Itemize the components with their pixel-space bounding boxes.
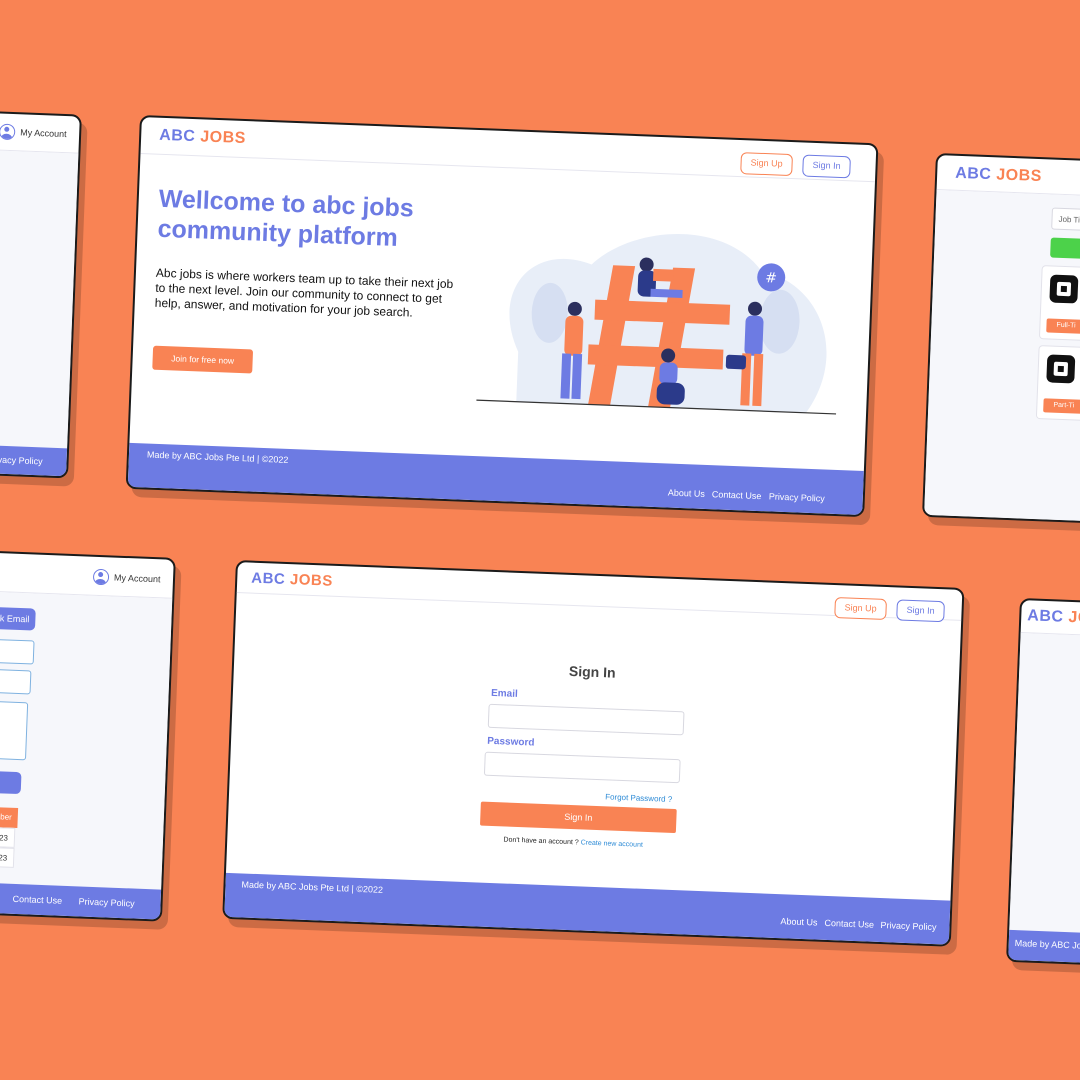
content-area bbox=[1009, 633, 1080, 935]
card-landing: ABC JOBS Sign Up Sign In Wellcome to abc… bbox=[125, 115, 879, 518]
table-header: ber bbox=[0, 805, 19, 829]
forgot-password-link[interactable]: Forgot Password ? bbox=[605, 792, 672, 804]
company-logo-icon bbox=[1046, 354, 1076, 384]
search-button[interactable] bbox=[1050, 237, 1080, 261]
subject-input[interactable] bbox=[0, 667, 32, 695]
about-link[interactable]: About Us bbox=[668, 488, 705, 499]
privacy-link[interactable]: Privacy Policy bbox=[880, 920, 936, 932]
card-jobs-partial: ABC JOBS Job Ti Full-Ti Part-Ti bbox=[922, 153, 1080, 525]
signup-button[interactable]: Sign Up bbox=[740, 152, 793, 177]
signin-button[interactable]: Sign In bbox=[896, 599, 945, 623]
message-textarea[interactable] bbox=[0, 699, 29, 761]
my-account-label: My Account bbox=[113, 572, 161, 585]
content-area bbox=[0, 149, 79, 449]
signup-button[interactable]: Sign Up bbox=[834, 597, 887, 621]
made-by-text: Made by ABC Jobs Pte Ltd | ©2022 bbox=[241, 879, 384, 895]
footer: Privacy Policy bbox=[0, 443, 68, 477]
my-account-link[interactable]: My Account bbox=[92, 568, 161, 588]
brand-logo[interactable]: ABC JOBS bbox=[159, 127, 246, 148]
brand-logo[interactable]: ABC JOBS bbox=[955, 165, 1042, 186]
email-field[interactable] bbox=[487, 703, 685, 736]
bulk-email-button[interactable]: lk Email bbox=[0, 606, 36, 631]
job-title-search-input[interactable]: Job Ti bbox=[1051, 207, 1080, 233]
job-card-full-time[interactable]: Full-Ti bbox=[1038, 265, 1080, 343]
card-partial-right: ABC JOBS Made by ABC Job bbox=[1006, 598, 1080, 967]
user-icon bbox=[0, 123, 16, 141]
brand-logo[interactable]: ABC JOBS bbox=[251, 570, 333, 590]
signin-submit-button[interactable]: Sign In bbox=[479, 801, 677, 834]
footer: Made by ABC Job bbox=[1008, 929, 1080, 965]
my-account-link[interactable]: My Account bbox=[0, 123, 67, 143]
contact-link[interactable]: Contact Use bbox=[12, 894, 62, 906]
card-email-partial: My Account lk Email ber 023 023 s Contac… bbox=[0, 550, 176, 922]
privacy-link[interactable]: Privacy Policy bbox=[769, 491, 825, 503]
privacy-link[interactable]: Privacy Policy bbox=[78, 896, 134, 908]
made-by-text: Made by ABC Jobs Pte Ltd | ©2022 bbox=[146, 449, 289, 465]
about-link[interactable]: About Us bbox=[780, 916, 817, 927]
email-label: Email bbox=[490, 687, 518, 700]
join-button[interactable]: Join for free now bbox=[152, 345, 254, 374]
create-account-link[interactable]: Create new account bbox=[580, 839, 642, 848]
footer: Made by ABC Jobs Pte Ltd | ©2022 About U… bbox=[127, 442, 864, 516]
footer: Made by ABC Jobs Pte Ltd | ©2022 About U… bbox=[224, 872, 951, 945]
password-field[interactable] bbox=[483, 751, 681, 784]
community-illustration: # bbox=[476, 234, 837, 415]
my-account-label: My Account bbox=[19, 127, 67, 140]
signin-button[interactable]: Sign In bbox=[802, 154, 851, 179]
hero-description: Abc jobs is where workers team up to tak… bbox=[154, 265, 454, 320]
card-signin: ABC JOBS Sign Up Sign In Sign In Email P… bbox=[222, 560, 965, 947]
contact-link[interactable]: Contact Use bbox=[824, 918, 874, 930]
contact-link[interactable]: Contact Use bbox=[712, 489, 762, 501]
table-row: 023 bbox=[0, 845, 15, 868]
job-card-part-time[interactable]: Part-Ti bbox=[1035, 345, 1080, 423]
card-account-partial: My Account Privacy Policy bbox=[0, 110, 82, 479]
table-row: 023 bbox=[0, 825, 16, 848]
svg-text:#: # bbox=[765, 270, 777, 286]
privacy-link[interactable]: Privacy Policy bbox=[0, 454, 43, 466]
company-logo-icon bbox=[1049, 274, 1079, 304]
job-type-tag: Part-Ti bbox=[1043, 398, 1080, 415]
send-button[interactable] bbox=[0, 769, 22, 795]
hero-title: Wellcome to abc jobs community platform bbox=[157, 184, 415, 252]
password-label: Password bbox=[487, 735, 535, 749]
user-icon bbox=[92, 568, 110, 586]
brand-logo[interactable]: ABC JOBS bbox=[1027, 607, 1080, 628]
signin-title: Sign In bbox=[568, 662, 616, 681]
job-type-tag: Full-Ti bbox=[1046, 318, 1080, 336]
recipient-input[interactable] bbox=[0, 638, 35, 665]
made-by-text: Made by ABC Job bbox=[1014, 938, 1080, 951]
no-account-text: Don't have an account ? Create new accou… bbox=[503, 836, 643, 849]
